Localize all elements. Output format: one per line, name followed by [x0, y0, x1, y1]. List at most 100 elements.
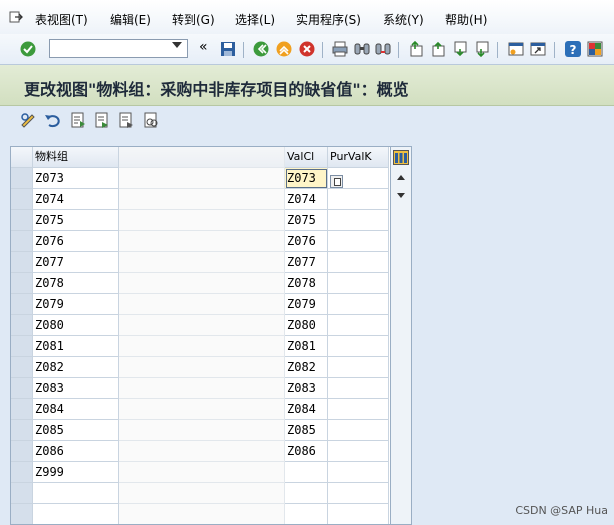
toolbar-separator [243, 42, 244, 58]
shortcut-icon[interactable] [529, 40, 547, 58]
scroll-up-arrow-icon[interactable] [397, 175, 405, 180]
valcl-input[interactable]: Z076 [285, 231, 328, 252]
valcl-input[interactable]: Z080 [285, 315, 328, 336]
purvalk-input[interactable] [328, 210, 389, 231]
cancel-icon[interactable] [298, 40, 316, 58]
material-group-cell: Z084 [33, 399, 119, 420]
delete-entry-icon[interactable] [117, 111, 135, 129]
purvalk-input[interactable] [328, 189, 389, 210]
row-selector-button[interactable] [11, 420, 33, 441]
exit-icon[interactable] [275, 40, 293, 58]
menu-exit-icon[interactable] [9, 10, 23, 24]
select-all-rows-button[interactable] [11, 147, 33, 168]
last-page-icon[interactable] [473, 40, 491, 58]
row-selector-button[interactable] [11, 378, 33, 399]
select-all-icon[interactable] [142, 111, 160, 129]
purvalk-input[interactable] [328, 462, 389, 483]
row-selector-button[interactable] [11, 210, 33, 231]
table-settings-icon[interactable] [393, 150, 409, 165]
purvalk-input[interactable] [328, 378, 389, 399]
row-selector-button[interactable] [11, 357, 33, 378]
customize-layout-icon[interactable] [586, 40, 604, 58]
row-selector-button[interactable] [11, 336, 33, 357]
material-group-cell: Z082 [33, 357, 119, 378]
column-header-material-group[interactable]: 物料组 [33, 147, 119, 168]
previous-page-icon[interactable] [429, 40, 447, 58]
material-group-cell: Z080 [33, 315, 119, 336]
standard-toolbar: « ? [0, 34, 614, 65]
valcl-input[interactable]: Z085 [285, 420, 328, 441]
valcl-input[interactable]: Z079 [285, 294, 328, 315]
valcl-input[interactable]: Z075 [285, 210, 328, 231]
material-group-cell: Z075 [33, 210, 119, 231]
menu-utilities[interactable]: 实用程序(S) [296, 11, 361, 28]
row-selector-button[interactable] [11, 168, 33, 189]
back-chevron-icon[interactable]: « [199, 39, 208, 55]
menu-goto[interactable]: 转到(G) [172, 11, 215, 28]
next-page-icon[interactable] [451, 40, 469, 58]
row-selector-button[interactable] [11, 231, 33, 252]
material-group-cell: Z074 [33, 189, 119, 210]
help-icon[interactable]: ? [564, 40, 582, 58]
valcl-input[interactable]: Z074 [285, 189, 328, 210]
valcl-input[interactable]: Z078 [285, 273, 328, 294]
row-selector-button[interactable] [11, 399, 33, 420]
row-selector-button[interactable] [11, 315, 33, 336]
valcl-input[interactable]: Z083 [285, 378, 328, 399]
undo-icon[interactable] [43, 111, 61, 129]
table-scrollbar[interactable] [391, 146, 412, 525]
row-selector-button[interactable] [11, 294, 33, 315]
purvalk-input[interactable] [328, 315, 389, 336]
purvalk-input[interactable] [328, 357, 389, 378]
material-group-cell: Z081 [33, 336, 119, 357]
new-entries-icon[interactable] [69, 111, 87, 129]
menu-help[interactable]: 帮助(H) [445, 11, 487, 28]
valcl-input[interactable]: Z086 [285, 441, 328, 462]
command-field[interactable] [49, 39, 188, 58]
row-selector-button[interactable] [11, 189, 33, 210]
row-selector-button[interactable] [11, 441, 33, 462]
row-selector-button[interactable] [11, 252, 33, 273]
column-header-valcl[interactable]: ValCl [285, 147, 328, 168]
purvalk-input[interactable] [328, 273, 389, 294]
column-header-purvalk[interactable]: PurValK [328, 147, 389, 168]
scroll-down-arrow-icon[interactable] [397, 193, 405, 198]
copy-as-icon[interactable] [93, 111, 111, 129]
valcl-input[interactable]: Z073 [285, 168, 328, 189]
find-icon[interactable] [353, 40, 371, 58]
create-session-icon[interactable] [507, 40, 525, 58]
valcl-input[interactable]: Z082 [285, 357, 328, 378]
row-selector-button[interactable] [11, 504, 33, 524]
menu-selection[interactable]: 选择(L) [235, 11, 275, 28]
enter-icon[interactable] [19, 40, 37, 58]
row-selector-button[interactable] [11, 462, 33, 483]
purvalk-input[interactable] [328, 399, 389, 420]
application-toolbar [0, 106, 614, 136]
display-change-icon[interactable] [19, 111, 37, 129]
purvalk-input[interactable] [328, 336, 389, 357]
save-icon[interactable] [219, 40, 237, 58]
valcl-input[interactable]: Z084 [285, 399, 328, 420]
toolbar-separator [398, 42, 399, 58]
row-selector-button[interactable] [11, 483, 33, 504]
row-selector-button[interactable] [11, 273, 33, 294]
valcl-input[interactable] [285, 462, 328, 483]
purvalk-input[interactable] [328, 420, 389, 441]
find-next-icon[interactable] [374, 40, 392, 58]
purvalk-input[interactable] [328, 441, 389, 462]
valcl-input[interactable]: Z081 [285, 336, 328, 357]
menu-edit[interactable]: 编辑(E) [110, 11, 151, 28]
valcl-input[interactable]: Z077 [285, 252, 328, 273]
value-help-icon[interactable] [330, 175, 343, 188]
menu-system[interactable]: 系统(Y) [383, 11, 424, 28]
purvalk-input[interactable] [328, 231, 389, 252]
purvalk-input[interactable] [328, 252, 389, 273]
empty-cell [285, 483, 328, 504]
purvalk-input[interactable] [328, 294, 389, 315]
command-dropdown-icon[interactable] [172, 42, 182, 48]
menu-table-view[interactable]: 表视图(T) [35, 11, 88, 28]
back-icon[interactable] [252, 40, 270, 58]
print-icon[interactable] [331, 40, 349, 58]
empty-cell [328, 504, 389, 524]
first-page-icon[interactable] [407, 40, 425, 58]
